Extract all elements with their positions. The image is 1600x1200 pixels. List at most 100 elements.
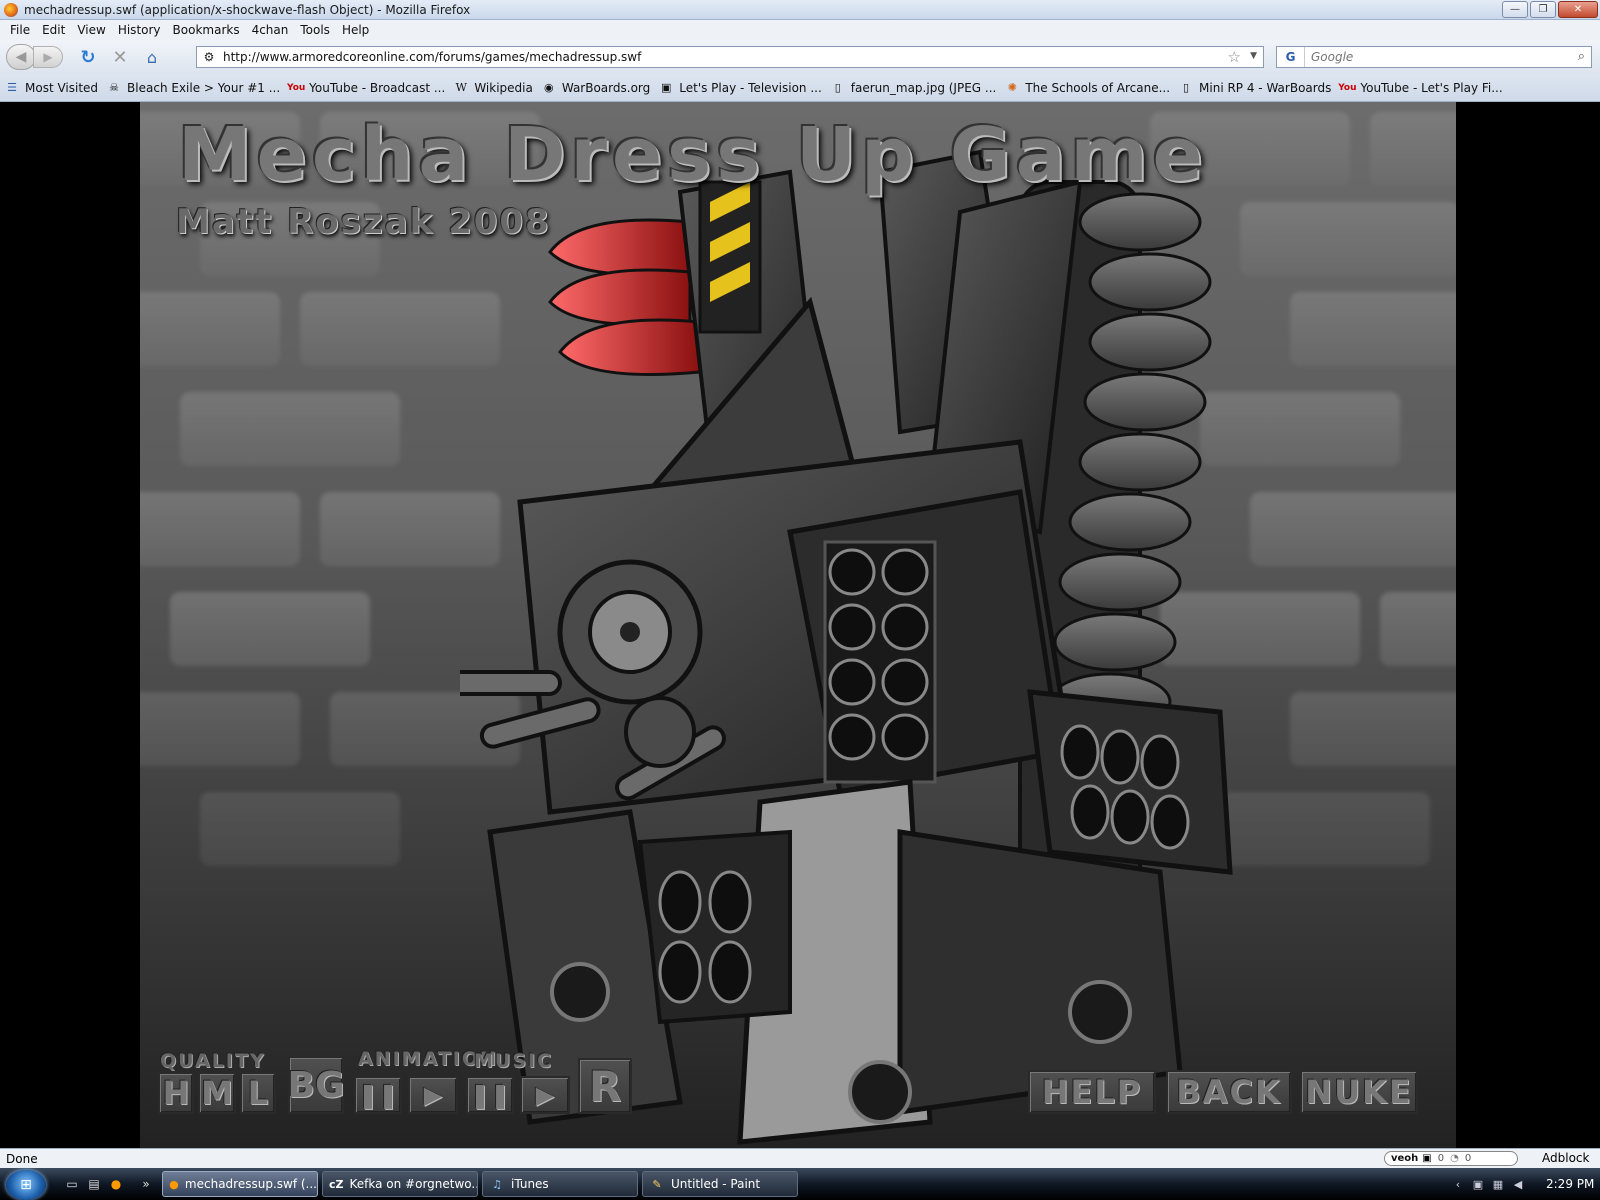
chatzilla-icon: cZ: [329, 1177, 344, 1191]
page-icon: ▯: [1183, 81, 1190, 94]
start-button[interactable]: ⊞: [6, 1170, 46, 1200]
firefox-quicklaunch-icon[interactable]: ●: [108, 1176, 124, 1192]
quality-high-button[interactable]: H: [158, 1072, 194, 1114]
search-bar[interactable]: G ⌕: [1276, 46, 1592, 68]
veoh-tv-icon: ▣: [1422, 1153, 1432, 1164]
windows-logo-icon: ⊞: [20, 1177, 32, 1193]
address-bar[interactable]: ⚙ http://www.armoredcoreonline.com/forum…: [196, 46, 1264, 68]
music-pause-button[interactable]: ❚❚: [466, 1076, 514, 1114]
menu-view[interactable]: View: [71, 23, 111, 37]
menu-edit[interactable]: Edit: [36, 23, 71, 37]
menu-4chan[interactable]: 4chan: [246, 23, 295, 37]
back-game-button[interactable]: BACK: [1166, 1070, 1292, 1114]
flash-game[interactable]: Mecha Dress Up Game Matt Roszak 2008 QUA…: [140, 102, 1456, 1148]
bookmark-mini-rp-4[interactable]: ▯ Mini RP 4 - WarBoards: [1178, 80, 1331, 96]
system-tray: ‹ ▣ ▦ ◀ 2:29 PM: [1450, 1172, 1595, 1196]
site-favicon-icon: ⚙: [203, 50, 215, 64]
veoh-count: 0: [1464, 1153, 1472, 1164]
page-icon: ▯: [834, 81, 841, 94]
minimize-button[interactable]: —: [1502, 1, 1528, 18]
veoh-count: 0: [1437, 1153, 1445, 1164]
task-itunes[interactable]: ♫ iTunes: [482, 1171, 638, 1197]
url-text[interactable]: http://www.armoredcoreonline.com/forums/…: [223, 50, 641, 64]
tray-app-icon[interactable]: ▣: [1470, 1176, 1486, 1192]
veoh-logo: veoh: [1391, 1153, 1419, 1164]
warboards-icon: ◉: [544, 81, 554, 94]
task-label: Untitled - Paint: [671, 1177, 761, 1191]
firefox-icon: ●: [169, 1177, 179, 1191]
title-bar: mechadressup.swf (application/x-shockwav…: [0, 0, 1600, 20]
search-engine-icon[interactable]: G: [1277, 47, 1305, 67]
bookmark-youtube-lets-play[interactable]: You YouTube - Let's Play Fi...: [1338, 80, 1502, 96]
help-button[interactable]: HELP: [1028, 1070, 1156, 1114]
tray-expand-icon[interactable]: ‹: [1450, 1176, 1466, 1192]
task-firefox[interactable]: ● mechadressup.swf (...: [162, 1171, 318, 1197]
music-play-button[interactable]: ▶: [520, 1076, 570, 1114]
task-paint[interactable]: ✎ Untitled - Paint: [642, 1171, 798, 1197]
bookmark-label: Bleach Exile > Your #1 ...: [127, 80, 281, 95]
back-arrow-icon: ◀: [15, 49, 27, 65]
clock[interactable]: 2:29 PM: [1546, 1177, 1594, 1191]
animation-play-button[interactable]: ▶: [408, 1076, 458, 1114]
bookmark-star-icon[interactable]: ☆: [1228, 48, 1241, 66]
show-desktop-icon[interactable]: ▭: [64, 1176, 80, 1192]
quality-medium-button[interactable]: M: [198, 1072, 236, 1114]
volume-icon[interactable]: ◀: [1510, 1176, 1526, 1192]
bookmark-label: Wikipedia: [474, 80, 533, 95]
back-button[interactable]: ◀: [6, 44, 36, 70]
menu-file[interactable]: File: [4, 23, 36, 37]
youtube-icon: You: [1338, 82, 1357, 93]
bookmark-wikipedia[interactable]: W Wikipedia: [453, 80, 533, 96]
arcane-icon: ✺: [1007, 81, 1017, 94]
task-chatzilla[interactable]: cZ Kefka on #orgnetwo...: [322, 1171, 478, 1197]
forward-button[interactable]: ▶: [33, 46, 63, 68]
wikipedia-icon: W: [455, 81, 467, 94]
close-button[interactable]: ✕: [1558, 1, 1598, 18]
bookmark-most-visited[interactable]: ☰ Most Visited: [4, 80, 98, 96]
nuke-button[interactable]: NUKE: [1300, 1070, 1418, 1114]
reset-button[interactable]: R: [578, 1058, 632, 1114]
reload-button[interactable]: ↻: [77, 46, 99, 68]
itunes-icon: ♫: [492, 1177, 502, 1191]
adblock-button[interactable]: Adblock: [1542, 1151, 1589, 1165]
youtube-icon: You: [287, 82, 306, 93]
search-input[interactable]: [1311, 50, 1561, 64]
bookmark-lets-play-tv[interactable]: ▣ Let's Play - Television ...: [658, 80, 822, 96]
menu-tools[interactable]: Tools: [294, 23, 336, 37]
switch-windows-icon[interactable]: ▤: [86, 1176, 102, 1192]
bookmark-label: Let's Play - Television ...: [679, 80, 822, 95]
bookmark-label: Mini RP 4 - WarBoards: [1199, 80, 1332, 95]
animation-pause-button[interactable]: ❚❚: [354, 1076, 402, 1114]
page-content: Mecha Dress Up Game Matt Roszak 2008 QUA…: [0, 102, 1600, 1148]
rss-icon: ◔: [1450, 1153, 1459, 1164]
network-icon[interactable]: ▦: [1490, 1176, 1506, 1192]
bookmark-bleach-exile[interactable]: ☠ Bleach Exile > Your #1 ...: [106, 80, 280, 96]
background-button[interactable]: BG: [288, 1056, 345, 1114]
bookmark-warboards[interactable]: ◉ WarBoards.org: [541, 80, 650, 96]
search-magnifier-icon[interactable]: ⌕: [1578, 49, 1585, 64]
music-label: MUSIC: [474, 1050, 554, 1072]
pause-icon: ❚❚: [357, 1081, 399, 1109]
game-title: Mecha Dress Up Game: [178, 112, 1208, 198]
menu-bookmarks[interactable]: Bookmarks: [167, 23, 246, 37]
url-dropdown-icon[interactable]: ▼: [1250, 51, 1257, 61]
bookmark-schools-of-arcane[interactable]: ✺ The Schools of Arcane...: [1004, 80, 1170, 96]
menu-bar: File Edit View History Bookmarks 4chan T…: [0, 20, 1600, 40]
bookmark-youtube-broadcast[interactable]: You YouTube - Broadcast ...: [287, 80, 445, 96]
bookmark-label: faerun_map.jpg (JPEG ...: [850, 80, 997, 95]
stop-button[interactable]: ✕: [109, 46, 131, 68]
quality-low-button[interactable]: L: [240, 1072, 276, 1114]
status-bar: Done veoh ▣ 0 ◔ 0 Adblock: [0, 1148, 1600, 1168]
navigation-toolbar: ◀ ▶ ↻ ✕ ⌂ ⚙ http://www.armoredcoreonline…: [0, 40, 1600, 74]
menu-history[interactable]: History: [112, 23, 167, 37]
menu-help[interactable]: Help: [336, 23, 375, 37]
bookmark-faerun-map[interactable]: ▯ faerun_map.jpg (JPEG ...: [830, 80, 997, 96]
status-text: Done: [6, 1151, 38, 1166]
play-icon: ▶: [535, 1081, 555, 1109]
mech-illustration: [460, 149, 1233, 1145]
home-button[interactable]: ⌂: [141, 46, 163, 68]
home-icon: ⌂: [146, 47, 158, 67]
veoh-widget[interactable]: veoh ▣ 0 ◔ 0: [1384, 1151, 1518, 1166]
quicklaunch-overflow-icon[interactable]: »: [138, 1176, 154, 1192]
restore-button[interactable]: ❐: [1530, 1, 1556, 18]
